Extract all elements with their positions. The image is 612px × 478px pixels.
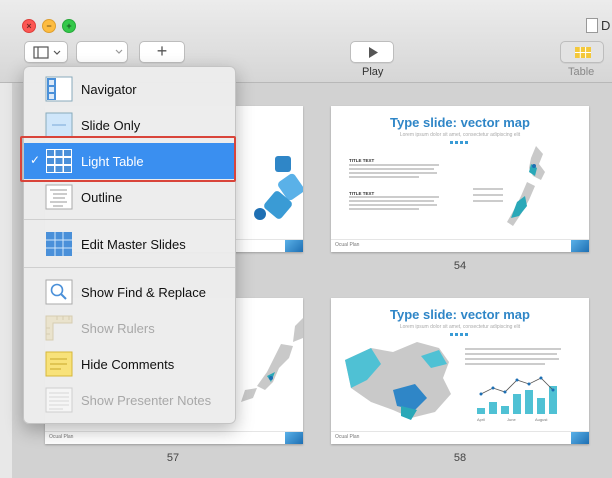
menu-item-outline[interactable]: Outline [24, 179, 235, 215]
chart-month-label: April [477, 417, 486, 422]
table-icon [575, 47, 591, 58]
slide-label: TITLE TEXT [349, 191, 375, 196]
presenter-notes-icon [45, 387, 73, 413]
menu-item-label: Show Rulers [81, 321, 155, 336]
menu-item-label: Outline [81, 190, 123, 205]
menu-item-label: Show Presenter Notes [81, 393, 212, 408]
slide-footer: Ocual Plan [331, 431, 589, 444]
slide-number: 57 [166, 452, 180, 464]
master-slides-icon [46, 232, 72, 256]
chevron-down-icon [115, 49, 123, 54]
table-label: Table [568, 66, 595, 78]
zoom-select[interactable] [76, 41, 128, 63]
play-label: Play [362, 66, 384, 78]
chart-month-label: August [535, 417, 548, 422]
slide-thumbnail-58[interactable]: Type slide: vector map Lorem ipsum dolor… [331, 298, 589, 444]
add-slide-button[interactable]: + [139, 41, 185, 63]
slide-number: 58 [453, 452, 467, 464]
china-map-and-chart [345, 342, 561, 420]
chart-month-label: June [507, 417, 516, 422]
view-dropdown-menu: Navigator Slide Only ✓ Light Table Outli… [23, 66, 236, 424]
menu-item-show-rulers: Show Rulers [24, 310, 235, 346]
menu-item-show-find-replace[interactable]: Show Find & Replace [24, 274, 235, 310]
menu-item-label: Slide Only [81, 118, 141, 133]
window-title: D [601, 18, 611, 33]
play-icon [369, 47, 378, 58]
ruler-icon [45, 315, 73, 341]
view-menu-button[interactable] [24, 41, 68, 63]
menu-separator [24, 219, 235, 220]
comment-icon [45, 351, 73, 377]
menu-item-label: Show Find & Replace [81, 285, 207, 300]
outline-icon [45, 184, 73, 210]
menu-item-label: Edit Master Slides [81, 237, 186, 252]
table-button[interactable] [560, 41, 604, 63]
menu-separator [24, 267, 235, 268]
slide-thumbnail-54[interactable]: Type slide: vector map Lorem ipsum dolor… [331, 106, 589, 252]
menu-item-label: Hide Comments [81, 357, 175, 372]
close-window-button[interactable]: × [22, 19, 36, 33]
slide-footer: Ocual Plan [45, 431, 303, 444]
slide-number: 54 [453, 260, 467, 272]
highlight-box [20, 136, 236, 182]
menu-item-navigator[interactable]: Navigator [24, 71, 235, 107]
sidebar-view-icon [33, 46, 61, 59]
menu-item-label: Navigator [81, 82, 137, 97]
new-zealand-map [349, 146, 545, 226]
magnifier-icon [45, 279, 73, 305]
menu-item-show-presenter-notes: Show Presenter Notes [24, 382, 235, 418]
play-button[interactable] [350, 41, 394, 63]
zoom-window-button[interactable]: + [62, 19, 76, 33]
menu-item-edit-master-slides[interactable]: Edit Master Slides [24, 226, 235, 262]
minimize-window-button[interactable]: − [42, 19, 56, 33]
menu-item-hide-comments[interactable]: Hide Comments [24, 346, 235, 382]
slide-only-icon [45, 112, 73, 138]
document-icon [586, 18, 598, 33]
navigator-icon [45, 76, 73, 102]
slide-footer: Ocual Plan [331, 239, 589, 252]
